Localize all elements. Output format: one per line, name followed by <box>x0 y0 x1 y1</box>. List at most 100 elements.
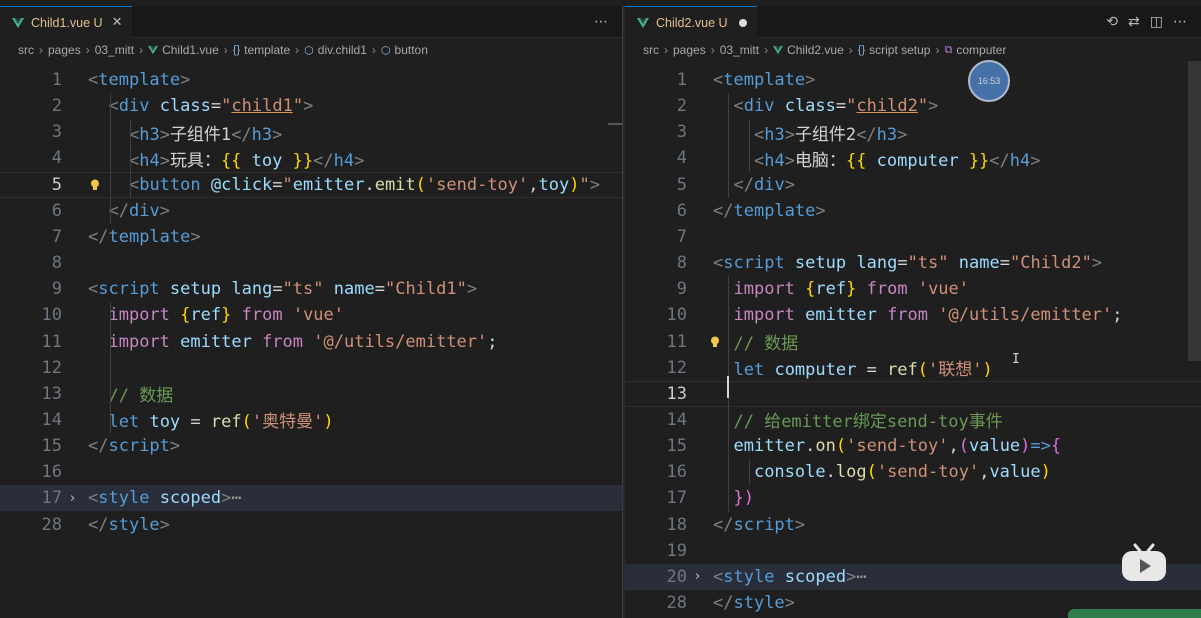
tab-child2[interactable]: Child2.vue U <box>625 6 757 38</box>
code-token: < <box>713 566 724 587</box>
line-number: 5 <box>676 174 687 195</box>
breadcrumb-item[interactable]: ⬡ button <box>381 43 428 57</box>
code-line[interactable]: 3 <h3>子组件2</h3> <box>625 119 1201 145</box>
code-line[interactable]: 17 }) <box>625 485 1201 511</box>
breadcrumb-item[interactable]: pages <box>48 43 81 57</box>
code-line[interactable]: 13 // 数据 <box>0 381 622 407</box>
code-line[interactable]: 10 import emitter from '@/utils/emitter'… <box>625 302 1201 328</box>
variable-icon: ⧉ <box>944 43 953 56</box>
fold-chevron-icon[interactable]: › <box>70 491 75 506</box>
breadcrumb-item[interactable]: 03_mitt <box>95 43 134 57</box>
code-line[interactable]: 16 console.log('send-toy',value) <box>625 459 1201 485</box>
code-line[interactable]: 10 import {ref} from 'vue' <box>0 302 622 328</box>
code-line[interactable]: 16 <box>0 459 622 485</box>
code-line[interactable]: 18 </script> <box>625 512 1201 538</box>
chevron-right-icon: › <box>139 43 144 57</box>
code-line[interactable]: 9 import {ref} from 'vue' <box>625 276 1201 302</box>
code-line[interactable]: 7 <box>625 224 1201 250</box>
breadcrumb-item[interactable]: src <box>18 43 34 57</box>
code-line[interactable]: 6 </div> <box>0 198 622 224</box>
code-line[interactable]: 14 // 给emitter绑定send-toy事件 <box>625 407 1201 433</box>
braces-icon: {} <box>857 44 866 56</box>
code-line[interactable]: 4 <h4>电脑：{{ computer }}</h4> <box>625 145 1201 171</box>
code-line[interactable]: 8 <script setup lang="ts" name="Child2"> <box>625 250 1201 276</box>
breadcrumb-label: script setup <box>869 43 931 57</box>
timeline-icon[interactable]: ⟲ <box>1106 14 1118 30</box>
code-line[interactable]: 17 › <style scoped>⋯ <box>0 485 622 512</box>
breadcrumb-item[interactable]: Child1.vue <box>148 43 219 57</box>
code-token: ref <box>190 305 222 326</box>
code-line[interactable]: 1 <template> <box>0 67 622 93</box>
code-token: template <box>108 226 191 247</box>
compare-changes-icon[interactable]: ⇄ <box>1128 14 1140 30</box>
tab-child1[interactable]: Child1.vue U ✕ <box>0 6 133 38</box>
line-number: 28 <box>666 593 687 613</box>
code-token: </ <box>856 124 877 145</box>
code-token: </ <box>713 593 734 613</box>
left-tab-bar: Child1.vue U ✕ ⋯ <box>0 6 622 38</box>
code-token: lang <box>231 279 273 300</box>
code-line[interactable]: 12 <box>0 355 622 381</box>
code-token: ( <box>917 360 929 381</box>
code-line[interactable]: 20 › <style scoped>⋯ <box>625 563 1201 590</box>
code-line[interactable]: 4 <h4>玩具：{{ toy }}</h4> <box>0 145 622 171</box>
breadcrumb-item[interactable]: 03_mitt <box>720 43 759 57</box>
split-editor-icon[interactable]: ◫ <box>1150 14 1163 30</box>
code-line[interactable]: 6 </template> <box>625 198 1201 224</box>
breadcrumb-item[interactable]: src <box>643 43 659 57</box>
close-icon[interactable]: ✕ <box>112 15 123 30</box>
breadcrumb-label: src <box>643 43 659 57</box>
code-token: ( <box>835 436 847 457</box>
breadcrumb-item[interactable]: ⧉ computer <box>944 43 1006 57</box>
breadcrumb-item[interactable]: pages <box>673 43 706 57</box>
breadcrumb-item[interactable]: {} template <box>233 43 290 57</box>
tv-icon[interactable] <box>1120 543 1168 583</box>
breadcrumb-item[interactable]: Child2.vue <box>773 43 844 57</box>
code-token: h3 <box>139 124 160 145</box>
code-text: // 数据 <box>713 329 798 354</box>
code-line[interactable]: 14 let toy = ref('奥特曼') <box>0 407 622 433</box>
code-line[interactable]: 15 </script> <box>0 433 622 459</box>
code-line[interactable]: 1 <template> <box>625 67 1201 93</box>
code-line[interactable]: 3 <h3>子组件1</h3> <box>0 119 622 145</box>
code-editor[interactable]: 1 <template> 2 <div class="child2"> 3 <h3>子… <box>625 61 1201 618</box>
code-line[interactable]: 19 <box>625 538 1201 564</box>
fold-chevron-icon[interactable]: › <box>695 569 700 584</box>
more-actions-icon[interactable]: ⋯ <box>594 14 608 30</box>
chevron-right-icon: › <box>848 43 853 57</box>
mouse-ibeam-icon: I <box>1012 352 1020 367</box>
code-token: h4 <box>333 150 355 171</box>
code-line[interactable]: 2 <div class="child1"> <box>0 93 622 119</box>
code-line[interactable]: 7 </template> <box>0 224 622 250</box>
code-line[interactable]: 8 <box>0 250 622 276</box>
code-editor[interactable]: 1 <template> 2 <div class="child1"> 3 <h3>子… <box>0 61 622 618</box>
code-line[interactable]: 9 <script setup lang="ts" name="Child1"> <box>0 276 622 302</box>
more-actions-icon[interactable]: ⋯ <box>1173 14 1187 30</box>
code-line[interactable]: 28 </style> <box>0 512 622 538</box>
code-line[interactable]: 12 let computer = ref('联想') <box>625 355 1201 381</box>
code-token: from <box>241 305 283 326</box>
scrollbar[interactable] <box>1188 61 1201 361</box>
left-pane-actions: ⋯ <box>594 6 608 38</box>
code-token: 'send-toy' <box>846 436 949 457</box>
code-line[interactable]: 5 </div> <box>625 172 1201 198</box>
code-line[interactable]: 13 <box>625 380 1201 407</box>
code-line[interactable]: 5 <button @click="emitter.emit('send-toy… <box>0 171 622 198</box>
code-token: = <box>272 174 283 195</box>
code-token: > <box>466 279 478 300</box>
code-line[interactable]: 15 emitter.on('send-toy',(value)=>{ <box>625 433 1201 459</box>
code-line[interactable]: 2 <div class="child2"> <box>625 93 1201 119</box>
breadcrumb-item[interactable]: ⬡ div.child1 <box>304 43 367 57</box>
code-line[interactable]: 11 // 数据 <box>625 329 1201 355</box>
code-token: import <box>108 305 170 326</box>
line-number: 11 <box>666 331 687 352</box>
code-line[interactable]: 11 import emitter from '@/utils/emitter'… <box>0 329 622 355</box>
breadcrumb-item[interactable]: {} script setup <box>858 43 931 57</box>
code-token: toy <box>251 150 283 171</box>
unsaved-dot-icon[interactable] <box>738 18 747 27</box>
code-token: " <box>221 96 232 117</box>
breadcrumb-label: button <box>394 43 428 57</box>
